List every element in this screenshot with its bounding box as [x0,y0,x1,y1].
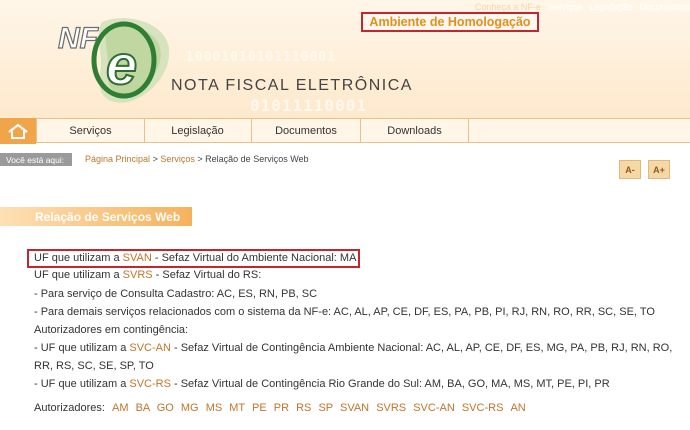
top-link-legislacao[interactable]: Legislação [589,2,632,12]
breadcrumb-services[interactable]: Serviços [160,154,195,164]
svg-text:NF: NF [58,22,99,55]
page-title: Relação de Serviços Web [35,209,181,224]
breadcrumb: Página Principal > Serviços > Relação de… [85,154,309,164]
home-button[interactable] [0,118,36,144]
authorizer-go[interactable]: GO [157,402,174,414]
svcrs-link[interactable]: SVC-RS [129,378,171,390]
authorizer-mg[interactable]: MG [181,402,199,414]
authorizers-label: Autorizadores: [34,402,105,414]
binary-decoration-2: 01011110001 [250,96,367,115]
brand-title: NOTA FISCAL ELETRÔNICA [171,77,413,94]
environment-badge: Ambiente de Homologação [361,12,539,32]
svcan-line-cont: RR, RS, SC, SE, SP, TO [34,360,154,372]
svrs-consulta-line: - Para serviço de Consulta Cadastro: AC,… [34,288,318,300]
font-decrease-button[interactable]: A- [619,160,641,179]
authorizer-svc-rs[interactable]: SVC-RS [462,402,504,414]
authorizer-an[interactable]: AN [510,402,525,414]
breadcrumb-current: Relação de Serviços Web [205,154,309,164]
top-link-conheca[interactable]: Conheça a NF-e [475,2,541,12]
top-link-servicos[interactable]: Serviços [548,2,583,12]
authorizer-svc-an[interactable]: SVC-AN [413,402,455,414]
nav-documentos[interactable]: Documentos [252,119,361,142]
svcrs-line: - UF que utilizam a SVC-RS - Sefaz Virtu… [34,378,610,390]
binary-decoration: 10001010101110001 [186,50,337,65]
authorizer-svan[interactable]: SVAN [340,402,369,414]
breadcrumb-label: Você está aqui: [0,153,72,166]
authorizers-line: Autorizadores: AM BA GO MG MS MT PE PR R… [34,402,526,414]
top-link-documentos[interactable]: Documentos [639,2,690,12]
nfe-logo-icon[interactable]: NF e [44,8,174,108]
authorizer-mt[interactable]: MT [229,402,245,414]
main-nav: Serviços Legislação Documentos Downloads [0,118,690,144]
svan-line: UF que utilizam a SVAN - Sefaz Virtual d… [34,252,357,264]
authorizer-svrs[interactable]: SVRS [376,402,406,414]
breadcrumb-separator: > [152,154,158,164]
home-icon [8,123,28,139]
font-increase-button[interactable]: A+ [648,160,670,179]
top-links: Conheça a NF-e Serviços Legislação Docum… [475,2,690,12]
authorizer-ba[interactable]: BA [136,402,150,414]
svrs-line: UF que utilizam a SVRS - Sefaz Virtual d… [34,269,262,281]
nav-servicos[interactable]: Serviços [36,119,145,142]
nav-legislacao[interactable]: Legislação [144,119,252,142]
nav-downloads[interactable]: Downloads [361,119,469,142]
svcan-link[interactable]: SVC-AN [129,342,171,354]
svcan-line: - UF que utilizam a SVC-AN - Sefaz Virtu… [34,342,673,354]
breadcrumb-home[interactable]: Página Principal [85,154,150,164]
authorizer-pr[interactable]: PR [274,402,289,414]
authorizer-pe[interactable]: PE [252,402,267,414]
svg-text:e: e [106,33,137,96]
authorizer-rs[interactable]: RS [296,402,311,414]
site-header: 10001010101110001 01011110001 NF e NOTA … [0,0,690,118]
contingencia-line: Autorizadores em contingência: [34,324,189,336]
authorizer-am[interactable]: AM [112,402,129,414]
breadcrumb-separator-2: > [197,154,203,164]
svrs-demais-line: - Para demais serviços relacionados com … [34,306,655,318]
authorizer-sp[interactable]: SP [318,402,332,414]
authorizer-ms[interactable]: MS [206,402,223,414]
svrs-link[interactable]: SVRS [123,269,153,281]
svan-link[interactable]: SVAN [123,252,152,264]
